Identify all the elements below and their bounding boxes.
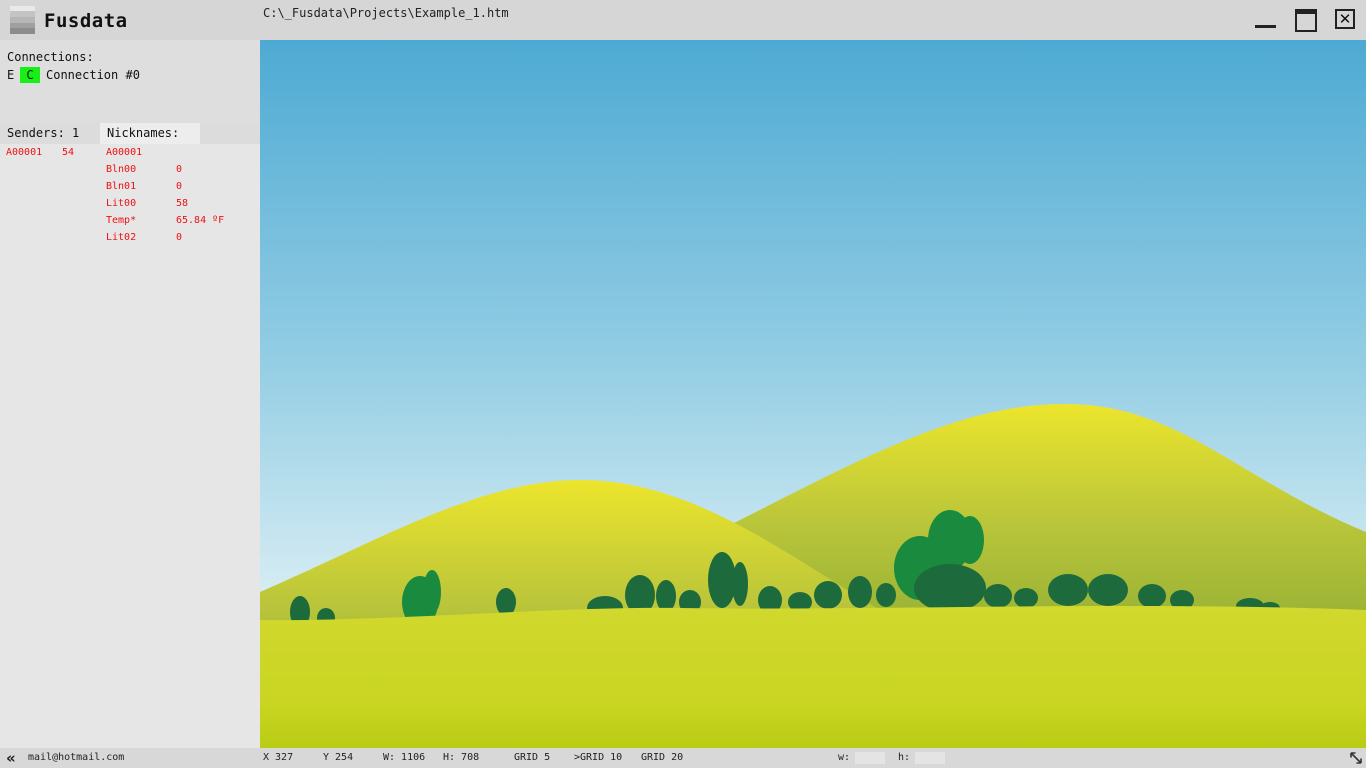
nickname-value: 65.84 ºF [176, 215, 225, 226]
tab-nicknames[interactable]: Nicknames: [100, 123, 200, 144]
canvas-height: H: 708 [443, 752, 480, 763]
nickname-name[interactable]: Bln01 [106, 181, 136, 192]
grid-10-option[interactable]: >GRID 10 [574, 752, 622, 763]
nickname-name[interactable]: Temp* [106, 215, 136, 226]
connection-e-toggle[interactable]: E [7, 68, 20, 82]
connections-section: Connections: E C Connection #0 [0, 40, 260, 123]
connection-row[interactable]: E C Connection #0 [7, 66, 140, 83]
height-input[interactable] [915, 752, 945, 764]
sidebar: Connections: E C Connection #0 Senders: … [0, 40, 260, 748]
tab-senders[interactable]: Senders: 1 [0, 123, 100, 144]
nickname-value: 0 [176, 164, 183, 175]
fusdata-logo-icon [10, 6, 35, 34]
double-chevron-left-icon[interactable]: « [6, 749, 16, 767]
width-label: w: [838, 752, 851, 763]
title-bar: Fusdata C:\_Fusdata\Projects\Example_1.h… [0, 0, 1366, 40]
nickname-name[interactable]: Lit02 [106, 232, 136, 243]
height-label: h: [898, 752, 911, 763]
user-email: mail@hotmail.com [28, 752, 125, 763]
close-button[interactable]: ✕ [1334, 8, 1358, 30]
connection-name[interactable]: Connection #0 [46, 68, 140, 82]
maximize-icon [1295, 9, 1317, 32]
status-bar: « mail@hotmail.com X 327 Y 254 W: 1106 H… [0, 748, 1366, 768]
connections-title: Connections: [7, 50, 94, 64]
maximize-button[interactable] [1294, 8, 1318, 32]
nickname-value: 0 [176, 232, 183, 243]
nickname-header: A00001 [106, 147, 143, 158]
sender-value: 54 [62, 147, 75, 158]
nickname-name[interactable]: Lit00 [106, 198, 136, 209]
nickname-value: 0 [176, 181, 183, 192]
close-icon: ✕ [1335, 9, 1355, 29]
sender-tabs: Senders: 1 Nicknames: [0, 123, 260, 144]
sender-id[interactable]: A00001 [6, 147, 42, 158]
grid-5-option[interactable]: GRID 5 [514, 752, 550, 763]
minimize-button[interactable] [1253, 8, 1277, 30]
design-canvas[interactable] [260, 40, 1366, 748]
width-input[interactable] [855, 752, 885, 764]
nickname-value: 58 [176, 198, 189, 209]
resize-diagonal-icon[interactable] [1349, 751, 1363, 765]
canvas-width: W: 1106 [383, 752, 426, 763]
file-path: C:\_Fusdata\Projects\Example_1.htm [263, 6, 509, 20]
cursor-x: X 327 [263, 752, 294, 763]
landscape-background-image [260, 40, 1366, 748]
app-title: Fusdata [44, 10, 128, 32]
nickname-name[interactable]: Bln00 [106, 164, 136, 175]
connection-c-toggle[interactable]: C [20, 66, 40, 83]
grid-20-option[interactable]: GRID 20 [641, 752, 683, 763]
data-list: A00001 54 A00001 Bln00 0 Bln01 0 Lit00 5… [0, 144, 260, 748]
cursor-y: Y 254 [323, 752, 354, 763]
